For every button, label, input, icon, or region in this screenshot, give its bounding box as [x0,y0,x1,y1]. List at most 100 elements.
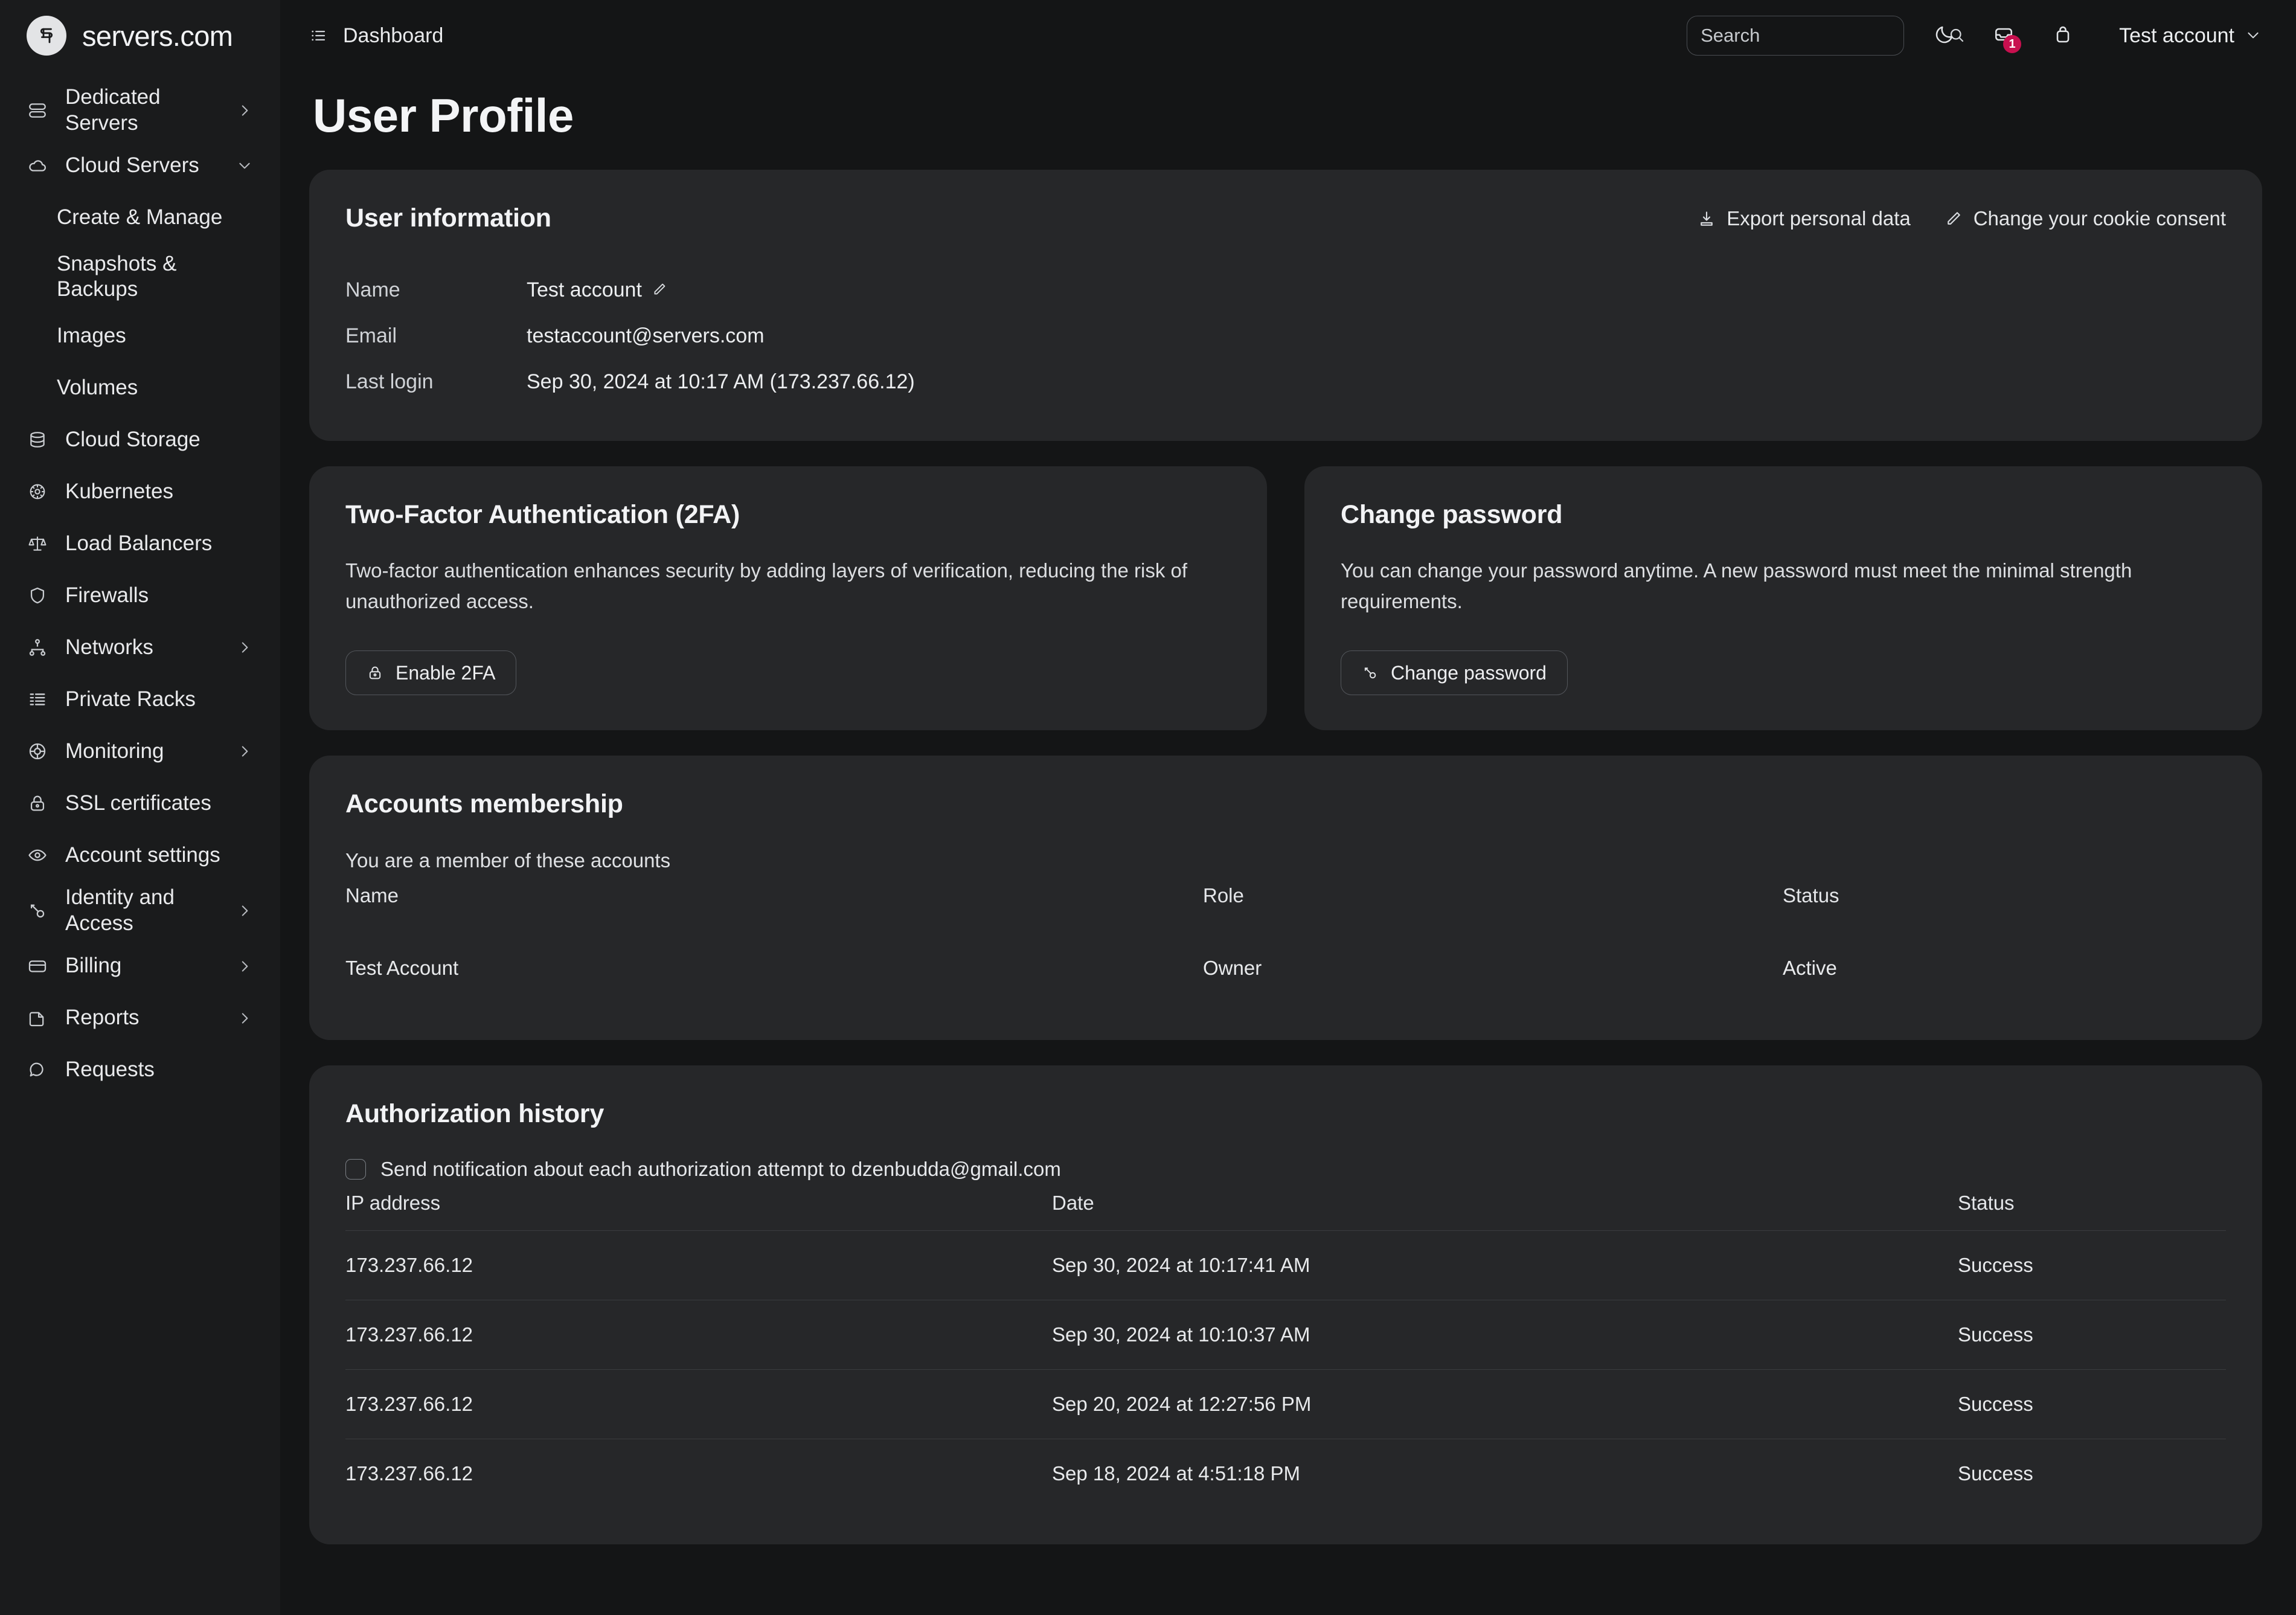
info-value: testaccount@servers.com [527,324,765,347]
kubernetes-helm-icon [27,481,48,502]
export-personal-data-label: Export personal data [1727,207,1911,230]
sidebar-item-kubernetes[interactable]: Kubernetes [0,466,280,518]
sidebar-item-reports[interactable]: Reports [0,992,280,1044]
table-row[interactable]: 173.237.66.12 Sep 18, 2024 at 4:51:18 PM… [345,1439,2226,1509]
topbar: Dashboard Search 1 Test account [280,0,2296,71]
user-information-title: User information [345,204,551,233]
credit-card-icon [27,955,48,977]
chevron-right-icon [236,902,254,920]
sidebar-item-cloud-storage[interactable]: Cloud Storage [0,414,280,466]
sidebar-item-volumes[interactable]: Volumes [0,362,280,414]
lock-icon [367,664,385,682]
sidebar-item-ssl-certificates[interactable]: SSL certificates [0,777,280,829]
sidebar-item-label: Snapshots & Backups [57,251,177,301]
breadcrumb-label: Dashboard [343,24,444,47]
sidebar-item-label: Cloud Servers [65,153,199,178]
edit-name-pencil-icon[interactable] [652,281,669,298]
brand-logo[interactable]: servers.com [0,0,280,71]
change-password-button[interactable]: Change password [1341,650,1568,696]
sidebar-nav: Dedicated Servers Cloud Servers Create &… [0,71,280,1096]
sidebar-item-images[interactable]: Images [0,310,280,362]
sidebar-item-account-settings[interactable]: Account settings [0,829,280,881]
column-header-date: Date [1052,1192,1094,1215]
notification-badge: 1 [2003,35,2022,53]
column-header-ip-address: IP address [345,1192,441,1215]
main-area: Dashboard Search 1 Test account User Pro… [280,0,2296,1615]
table-row[interactable]: 173.237.66.12 Sep 30, 2024 at 10:17:41 A… [345,1230,2226,1300]
table-row[interactable]: 173.237.66.12 Sep 30, 2024 at 10:10:37 A… [345,1300,2226,1370]
sidebar-item-networks[interactable]: Networks [0,621,280,673]
key-icon [1362,664,1380,682]
cloud-icon [27,155,48,176]
sidebar-item-label: Monitoring [65,739,164,763]
authorization-history-title: Authorization history [345,1099,604,1129]
sidebar-item-label: Kubernetes [65,480,174,504]
info-row-last-login: Last login Sep 30, 2024 at 10:17 AM (173… [345,359,2226,405]
shield-icon [27,585,48,606]
cell-ip-address: 173.237.66.12 [345,1300,1052,1370]
two-factor-auth-title: Two-Factor Authentication (2FA) [345,500,740,529]
authorization-history-card: Authorization history Send notification … [309,1065,2262,1545]
table-header-row: Name Role Status [345,879,2226,928]
search-box[interactable] [1687,16,1964,56]
notify-checkbox-label: Send notification about each authorizati… [380,1158,1061,1181]
sidebar-item-cloud-servers[interactable]: Cloud Servers [0,140,280,191]
table-row[interactable]: Test Account Owner Active [345,928,2226,1004]
sidebar-item-billing[interactable]: Billing [0,940,280,992]
sidebar-item-requests[interactable]: Requests [0,1044,280,1096]
sidebar-item-private-racks[interactable]: Private Racks [0,673,280,725]
table-body: Test Account Owner Active [345,928,2226,1004]
sidebar-item-create-and-manage[interactable]: Create & Manage [0,191,280,243]
table-header-row: IP address Date Status [345,1188,2226,1231]
cell-date: Sep 18, 2024 at 4:51:18 PM [1052,1439,1958,1509]
sidebar-item-label: Volumes [57,376,138,400]
chevron-right-icon [236,742,254,760]
cell-account-status: Active [1783,957,1837,980]
chevron-right-icon [236,638,254,657]
info-row-email: Email testaccount@servers.com [345,313,2226,359]
sidebar-item-label: Firewalls [65,583,149,608]
sidebar-item-label: Cloud Storage [65,428,200,452]
info-value: Sep 30, 2024 at 10:17 AM (173.237.66.12) [527,370,915,393]
table-body: 173.237.66.12 Sep 30, 2024 at 10:17:41 A… [345,1230,2226,1509]
chat-bubble-icon [27,1059,48,1081]
sidebar-item-label: SSL certificates [65,791,211,815]
dark-mode-toggle-button[interactable] [1926,17,1963,54]
sidebar-item-monitoring[interactable]: Monitoring [0,725,280,777]
sidebar-item-dedicated-servers[interactable]: Dedicated Servers [0,81,280,140]
notify-checkbox-row[interactable]: Send notification about each authorizati… [345,1158,2226,1181]
cell-ip-address: 173.237.66.12 [345,1439,1052,1509]
notifications-button[interactable]: 1 [1985,17,2022,54]
eye-icon [27,844,48,866]
change-cookie-consent-button[interactable]: Change your cookie consent [1945,207,2226,230]
enable-2fa-button[interactable]: Enable 2FA [345,650,517,696]
authorization-history-table: IP address Date Status 173.237.66.12 Sep… [345,1188,2226,1509]
servers-logo-icon [27,16,66,56]
change-cookie-consent-label: Change your cookie consent [1973,207,2226,230]
sidebar-item-load-balancers[interactable]: Load Balancers [0,518,280,570]
export-personal-data-button[interactable]: Export personal data [1698,207,1911,230]
list-icon [309,25,330,46]
database-icon [27,429,48,451]
scales-icon [27,533,48,554]
sidebar-item-label: Identity and Access [65,885,175,936]
sidebar-item-label: Images [57,324,126,348]
sidebar-item-identity-and-access[interactable]: Identity and Access [0,881,280,940]
search-input[interactable] [1701,25,1942,47]
table-row[interactable]: 173.237.66.12 Sep 20, 2024 at 12:27:56 P… [345,1369,2226,1439]
rack-icon [27,689,48,710]
notify-checkbox[interactable] [345,1159,366,1180]
sidebar-item-label: Account settings [65,843,220,867]
chevron-right-icon [236,957,254,975]
content-scroll-area[interactable]: User Profile User information Export per… [280,71,2296,1615]
cell-date: Sep 30, 2024 at 10:10:37 AM [1052,1300,1958,1370]
accounts-membership-card: Accounts membership You are a member of … [309,756,2262,1041]
change-password-label: Change password [1391,661,1547,684]
breadcrumb[interactable]: Dashboard [309,24,443,48]
sidebar-item-firewalls[interactable]: Firewalls [0,570,280,621]
sidebar-item-label: Load Balancers [65,531,213,556]
cart-button[interactable] [2044,17,2082,54]
network-tree-icon [27,637,48,658]
sidebar-item-snapshots-and-backups[interactable]: Snapshots & Backups [0,243,280,310]
account-menu[interactable]: Test account [2119,24,2262,48]
